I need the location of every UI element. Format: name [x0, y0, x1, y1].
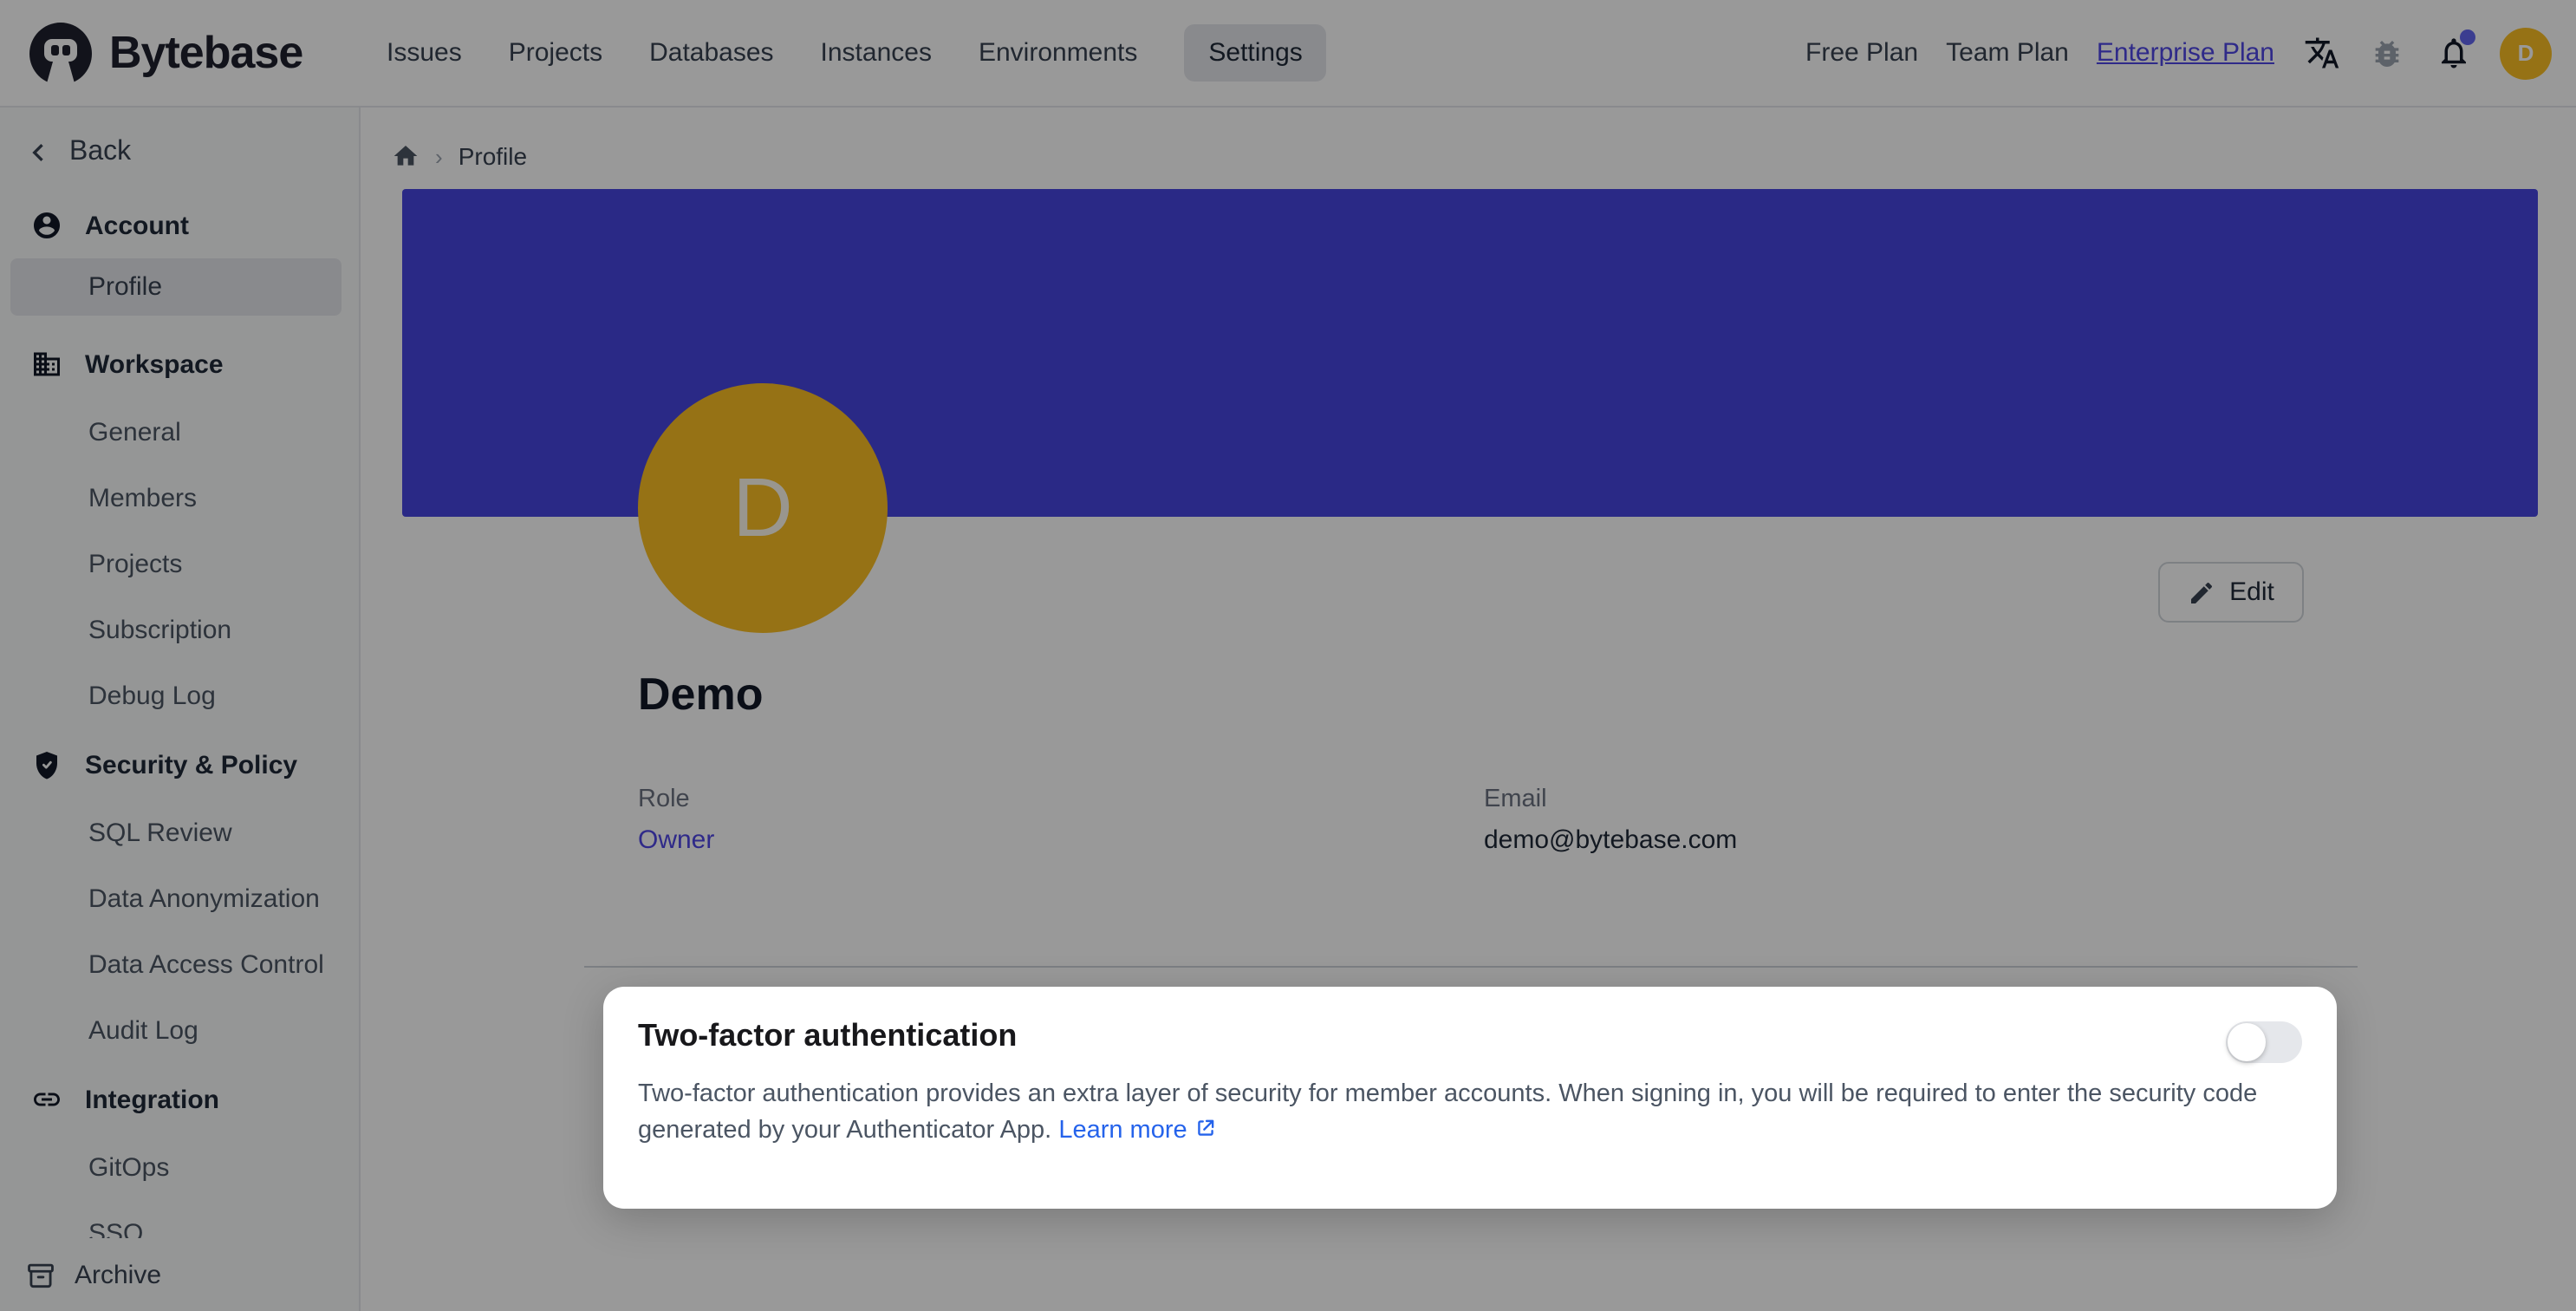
two-factor-card: Two-factor authentication Two-factor aut… [603, 987, 2337, 1209]
learn-more-label: Learn more [1058, 1117, 1187, 1145]
two-factor-description-text: Two-factor authentication provides an ex… [638, 1080, 2257, 1145]
toggle-knob [2228, 1023, 2266, 1061]
app-root: Bytebase Issues Projects Databases Insta… [0, 0, 2576, 1311]
learn-more-link[interactable]: Learn more [1058, 1117, 1216, 1145]
two-factor-title: Two-factor authentication [638, 1018, 2302, 1054]
two-factor-toggle[interactable] [2226, 1021, 2302, 1063]
two-factor-description: Two-factor authentication provides an ex… [638, 1077, 2267, 1150]
external-link-icon [1194, 1117, 1217, 1139]
